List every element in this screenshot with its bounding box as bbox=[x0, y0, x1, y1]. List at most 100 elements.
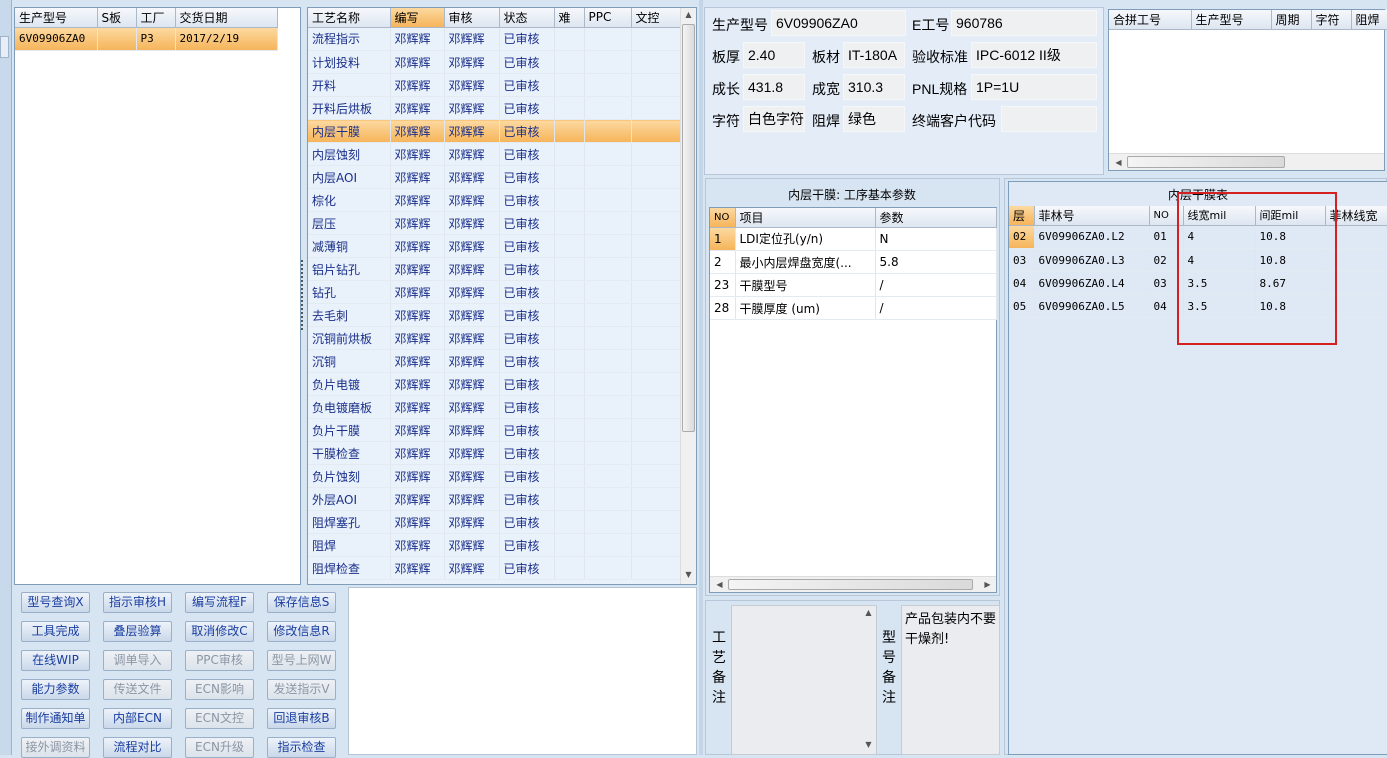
model-notes-field[interactable]: 产品包装内不要干燥剂! bbox=[901, 605, 1000, 755]
table-row[interactable]: 内层AOI 邓辉辉 邓辉辉 已审核 bbox=[308, 165, 682, 189]
action-button[interactable]: 内部ECN bbox=[103, 708, 172, 729]
field-length[interactable]: 431.8 bbox=[743, 74, 805, 100]
table-row[interactable]: 开料后烘板 邓辉辉 邓辉辉 已审核 bbox=[308, 96, 682, 120]
action-button[interactable]: 传送文件 bbox=[103, 679, 172, 700]
action-button[interactable]: 回退审核B bbox=[267, 708, 336, 729]
action-button[interactable]: 型号上网W bbox=[267, 650, 336, 671]
action-button[interactable]: 叠层验算 bbox=[103, 621, 172, 642]
action-button[interactable]: 能力参数 bbox=[21, 679, 90, 700]
col-doc-control[interactable]: 文控 bbox=[631, 8, 682, 28]
scroll-up-arrow[interactable]: ▲ bbox=[681, 10, 696, 19]
table-row[interactable]: 外层AOI 邓辉辉 邓辉辉 已审核 bbox=[308, 487, 682, 511]
field-standard[interactable]: IPC-6012 II级 bbox=[971, 42, 1097, 68]
col-product-model[interactable]: 生产型号 bbox=[15, 8, 98, 28]
col-merge-period[interactable]: 周期 bbox=[1271, 10, 1312, 30]
col-merge-mask[interactable]: 阻焊 bbox=[1351, 10, 1387, 30]
field-mask[interactable]: 绿色 bbox=[843, 106, 905, 132]
scroll-down-arrow[interactable]: ▼ bbox=[681, 570, 696, 579]
table-row[interactable]: 铝片钻孔 邓辉辉 邓辉辉 已审核 bbox=[308, 257, 682, 281]
action-button[interactable]: 发送指示V bbox=[267, 679, 336, 700]
table-row[interactable]: 棕化 邓辉辉 邓辉辉 已审核 bbox=[308, 188, 682, 212]
col-merge-no[interactable]: 合拼工号 bbox=[1109, 10, 1192, 30]
field-material[interactable]: IT-180A bbox=[843, 42, 905, 68]
action-button[interactable]: 修改信息R bbox=[267, 621, 336, 642]
col-difficulty[interactable]: 难 bbox=[554, 8, 585, 28]
field-char[interactable]: 白色字符 bbox=[743, 106, 805, 132]
table-row[interactable]: 6V09906ZA0 P3 2017/2/19 bbox=[15, 27, 278, 51]
field-width[interactable]: 310.3 bbox=[843, 74, 905, 100]
table-row[interactable]: 内层蚀刻 邓辉辉 邓辉辉 已审核 bbox=[308, 142, 682, 166]
col-writer[interactable]: 编写 bbox=[390, 8, 445, 28]
table-row[interactable]: 去毛刺 邓辉辉 邓辉辉 已审核 bbox=[308, 303, 682, 327]
field-e-no[interactable]: 960786 bbox=[951, 10, 1097, 36]
col-delivery-date[interactable]: 交货日期 bbox=[175, 8, 278, 28]
col-params-value[interactable]: 参数 bbox=[875, 208, 997, 228]
action-button[interactable]: 调单导入 bbox=[103, 650, 172, 671]
table-row[interactable]: 钻孔 邓辉辉 邓辉辉 已审核 bbox=[308, 280, 682, 304]
col-s-board[interactable]: S板 bbox=[97, 8, 137, 28]
action-button[interactable]: ECN文控 bbox=[185, 708, 254, 729]
scroll-left-arrow[interactable]: ◀ bbox=[1111, 158, 1126, 167]
table-row[interactable]: 28 干膜厚度 (um) / bbox=[710, 296, 997, 320]
table-row[interactable]: 阻焊 邓辉辉 邓辉辉 已审核 bbox=[308, 533, 682, 557]
action-button[interactable]: PPC审核 bbox=[185, 650, 254, 671]
table-row[interactable]: 沉铜 邓辉辉 邓辉辉 已审核 bbox=[308, 349, 682, 373]
table-row[interactable]: 减薄铜 邓辉辉 邓辉辉 已审核 bbox=[308, 234, 682, 258]
action-button[interactable]: ECN影响 bbox=[185, 679, 254, 700]
table-row[interactable]: 流程指示 邓辉辉 邓辉辉 已审核 bbox=[308, 27, 682, 51]
params-hscroll[interactable]: ◀ ▶ bbox=[710, 576, 996, 592]
table-row[interactable]: 负片电镀 邓辉辉 邓辉辉 已审核 bbox=[308, 372, 682, 396]
col-reviewer[interactable]: 审核 bbox=[444, 8, 500, 28]
col-merge-char[interactable]: 字符 bbox=[1311, 10, 1352, 30]
table-row[interactable]: 阻焊塞孔 邓辉辉 邓辉辉 已审核 bbox=[308, 510, 682, 534]
action-button[interactable]: 工具完成 bbox=[21, 621, 90, 642]
table-row[interactable]: 开料 邓辉辉 邓辉辉 已审核 bbox=[308, 73, 682, 97]
action-button[interactable]: 型号查询X bbox=[21, 592, 90, 613]
process-list-scrollbar[interactable]: ▲ ▼ bbox=[680, 8, 696, 584]
field-pnl[interactable]: 1P=1U bbox=[971, 74, 1097, 100]
action-button[interactable]: 在线WIP bbox=[21, 650, 90, 671]
scroll-thumb[interactable] bbox=[1127, 156, 1285, 168]
col-merge-model[interactable]: 生产型号 bbox=[1191, 10, 1272, 30]
table-row[interactable]: 层压 邓辉辉 邓辉辉 已审核 bbox=[308, 211, 682, 235]
action-button[interactable]: 编写流程F bbox=[185, 592, 254, 613]
table-row[interactable]: 计划投料 邓辉辉 邓辉辉 已审核 bbox=[308, 50, 682, 74]
table-row[interactable]: 内层干膜 邓辉辉 邓辉辉 已审核 bbox=[308, 119, 682, 143]
action-button[interactable]: 取消修改C bbox=[185, 621, 254, 642]
action-button[interactable]: 制作通知单 bbox=[21, 708, 90, 729]
table-row[interactable]: 负片干膜 邓辉辉 邓辉辉 已审核 bbox=[308, 418, 682, 442]
table-row[interactable]: 23 干膜型号 / bbox=[710, 273, 997, 297]
field-thickness[interactable]: 2.40 bbox=[743, 42, 805, 68]
field-customer[interactable] bbox=[1001, 106, 1097, 132]
table-row[interactable]: 阻焊检查 邓辉辉 邓辉辉 已审核 bbox=[308, 556, 682, 580]
process-notes-field[interactable] bbox=[731, 605, 877, 755]
scroll-thumb[interactable] bbox=[728, 579, 973, 590]
table-row[interactable]: 负电镀磨板 邓辉辉 邓辉辉 已审核 bbox=[308, 395, 682, 419]
col-factory[interactable]: 工厂 bbox=[136, 8, 176, 28]
scroll-right-arrow[interactable]: ▶ bbox=[980, 580, 995, 589]
col-params-no[interactable]: NO bbox=[710, 208, 736, 228]
col-process-name[interactable]: 工艺名称 bbox=[308, 8, 391, 28]
field-product-model[interactable]: 6V09906ZA0 bbox=[771, 10, 906, 36]
vertical-splitter[interactable] bbox=[301, 260, 306, 330]
merge-table-hscroll[interactable]: ◀ bbox=[1109, 153, 1384, 170]
process-notes-scrollbar[interactable]: ▲ ▼ bbox=[861, 606, 876, 754]
col-ppc[interactable]: PPC bbox=[584, 8, 632, 28]
label-standard: 验收标准 bbox=[912, 49, 968, 65]
col-status[interactable]: 状态 bbox=[499, 8, 555, 28]
scroll-down-arrow[interactable]: ▼ bbox=[861, 740, 876, 749]
collapse-tab[interactable] bbox=[0, 36, 9, 58]
col-film-no[interactable]: 菲林号 bbox=[1034, 206, 1150, 226]
col-layer[interactable]: 层 bbox=[1009, 206, 1035, 226]
scroll-thumb[interactable] bbox=[682, 24, 695, 432]
table-row[interactable]: 1 LDI定位孔(y/n) N bbox=[710, 227, 997, 251]
action-button[interactable]: 保存信息S bbox=[267, 592, 336, 613]
table-row[interactable]: 干膜检查 邓辉辉 邓辉辉 已审核 bbox=[308, 441, 682, 465]
action-button[interactable]: 指示审核H bbox=[103, 592, 172, 613]
table-row[interactable]: 沉铜前烘板 邓辉辉 邓辉辉 已审核 bbox=[308, 326, 682, 350]
table-row[interactable]: 负片蚀刻 邓辉辉 邓辉辉 已审核 bbox=[308, 464, 682, 488]
table-row[interactable]: 2 最小内层焊盘宽度(... 5.8 bbox=[710, 250, 997, 274]
scroll-left-arrow[interactable]: ◀ bbox=[712, 580, 727, 589]
col-params-item[interactable]: 项目 bbox=[735, 208, 876, 228]
scroll-up-arrow[interactable]: ▲ bbox=[861, 608, 876, 617]
